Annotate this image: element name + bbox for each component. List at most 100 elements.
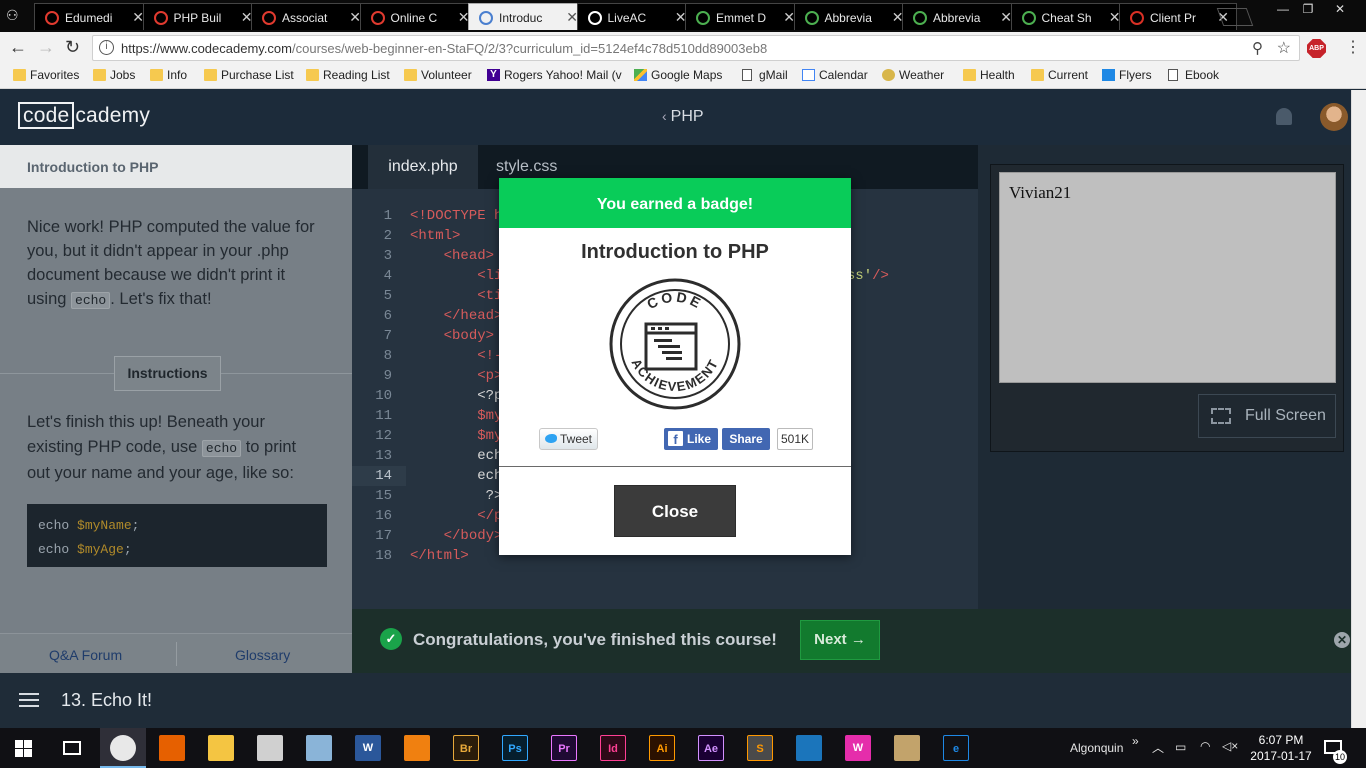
premiere-icon[interactable]: Pr xyxy=(551,735,577,761)
browser-tab[interactable]: LiveAC ✕ xyxy=(576,3,695,30)
line-number: 10 xyxy=(375,388,392,404)
close-window-button[interactable]: ✕ xyxy=(1325,0,1355,20)
inline-code: echo xyxy=(71,292,111,309)
bookmark-item[interactable]: Flyers xyxy=(1102,68,1152,82)
indesign-icon[interactable]: Id xyxy=(600,735,626,761)
bridge-icon[interactable]: Br xyxy=(453,735,479,761)
overflow-icon[interactable]: » xyxy=(1132,734,1139,748)
firefox-icon[interactable] xyxy=(159,735,185,761)
bookmark-label: gMail xyxy=(759,68,788,82)
course-nav-link[interactable]: ‹ PHP xyxy=(662,108,704,126)
current-lesson-name[interactable]: 13. Echo It! xyxy=(61,690,152,711)
tab-favicon-icon xyxy=(153,11,168,25)
illustrator-icon[interactable]: Ai xyxy=(649,735,675,761)
notepad-icon[interactable] xyxy=(306,735,332,761)
instructions-tab[interactable]: Instructions xyxy=(114,356,221,391)
address-bar[interactable]: i https://www.codecademy.com/courses/web… xyxy=(92,35,1300,61)
line-number: 17 xyxy=(375,528,392,544)
adblock-icon[interactable]: ABP xyxy=(1307,39,1326,58)
page-scrollbar[interactable] xyxy=(1351,90,1366,728)
paint-icon[interactable] xyxy=(257,735,283,761)
wamp-icon[interactable]: W xyxy=(845,735,871,761)
bookmark-label: Current xyxy=(1048,68,1089,82)
bookmark-item[interactable]: Calendar xyxy=(802,68,868,82)
zoom-icon[interactable]: ⚲ xyxy=(1252,39,1263,57)
close-icon[interactable]: ✕ xyxy=(1334,632,1350,648)
windows-start-icon[interactable] xyxy=(15,740,32,757)
fullscreen-icon xyxy=(1211,408,1231,424)
bookmark-item[interactable]: Volunteer xyxy=(404,68,472,82)
bookmark-item[interactable]: Favorites xyxy=(13,68,79,82)
browser-tab[interactable]: Cheat Sh ✕ xyxy=(1010,3,1129,30)
menu-icon[interactable] xyxy=(19,693,39,707)
line-number: 3 xyxy=(383,248,392,264)
browser-tab[interactable]: Online C ✕ xyxy=(359,3,478,30)
explorer-icon[interactable] xyxy=(208,735,234,761)
system-clock[interactable]: 6:07 PM 2017-01-17 xyxy=(1245,732,1317,764)
facebook-like-button[interactable]: f Like xyxy=(664,428,718,450)
bookmark-item[interactable]: Y Rogers Yahoo! Mail (v xyxy=(487,68,622,82)
lesson-nav-bar: 13. Echo It! xyxy=(0,673,1351,728)
wifi-icon[interactable]: ◠ xyxy=(1200,739,1210,753)
browser-tab[interactable]: Emmet D ✕ xyxy=(685,3,803,30)
browser-tab[interactable]: PHP Buil ✕ xyxy=(142,3,261,30)
photoshop-icon[interactable]: Ps xyxy=(502,735,528,761)
close-button[interactable]: Close xyxy=(614,485,736,537)
bookmark-item[interactable]: Weather xyxy=(882,68,944,82)
aftereffects-icon[interactable]: Ae xyxy=(698,735,724,761)
bookmark-item[interactable]: Health xyxy=(963,68,1015,82)
bookmark-item[interactable]: Info xyxy=(150,68,187,82)
new-tab-button[interactable] xyxy=(1216,8,1254,26)
bookmark-item[interactable]: Google Maps xyxy=(634,68,722,82)
code-achievement-badge-icon: CODE ACHIEVEMENT xyxy=(609,278,741,410)
browser-tab[interactable]: Abbrevia ✕ xyxy=(793,3,912,30)
tab-favicon-icon xyxy=(696,11,710,25)
avatar[interactable] xyxy=(1320,103,1348,131)
codecademy-logo[interactable]: code cademy xyxy=(18,102,150,129)
browser-tab[interactable]: Edumedi ✕ xyxy=(34,3,152,30)
bookmark-item[interactable]: Ebook xyxy=(1168,68,1219,82)
tab-label: Abbrevia xyxy=(824,11,872,25)
forward-arrow-icon[interactable]: → xyxy=(37,37,55,58)
reload-icon[interactable]: ↻ xyxy=(65,37,80,58)
bookmark-item[interactable]: gMail xyxy=(742,68,788,82)
tray-label[interactable]: Algonquin xyxy=(1070,741,1123,755)
app-misc-icon[interactable] xyxy=(894,735,920,761)
browser-tab[interactable]: Abbrevia ✕ xyxy=(902,3,1020,30)
bookmark-star-icon[interactable]: ☆ xyxy=(1277,38,1291,58)
back-arrow-icon[interactable]: ← xyxy=(9,37,27,58)
bookmark-label: Favorites xyxy=(30,68,80,82)
tweet-button[interactable]: Tweet xyxy=(539,428,598,450)
edge-icon[interactable]: e xyxy=(943,735,969,761)
bookmark-item[interactable]: Current xyxy=(1031,68,1088,82)
profile-icon[interactable]: ⚇ xyxy=(6,7,19,24)
chrome-menu-icon[interactable]: ⋮ xyxy=(1345,37,1361,57)
bookmark-item[interactable]: Reading List xyxy=(306,68,390,82)
qa-forum-link[interactable]: Q&A Forum xyxy=(49,647,122,663)
tab-index-php[interactable]: index.php xyxy=(368,145,478,189)
task-view-icon[interactable] xyxy=(63,741,81,755)
chrome-icon[interactable] xyxy=(110,735,136,761)
vlc-icon[interactable] xyxy=(404,735,430,761)
sublime-icon[interactable]: S xyxy=(747,735,773,761)
restore-button[interactable]: ❐ xyxy=(1293,0,1323,20)
glossary-link[interactable]: Glossary xyxy=(235,647,290,663)
battery-icon[interactable]: ▭ xyxy=(1175,740,1186,754)
bookmark-item[interactable]: Purchase List xyxy=(204,68,294,82)
browser-tab[interactable]: Introduc ✕ xyxy=(468,3,586,30)
app-blue-icon[interactable] xyxy=(796,735,822,761)
bookmark-item[interactable]: Jobs xyxy=(93,68,135,82)
notification-bell-icon[interactable] xyxy=(1276,108,1292,125)
chevron-up-icon[interactable]: ︿ xyxy=(1152,739,1164,756)
next-button[interactable]: Next → xyxy=(800,620,880,660)
facebook-share-button[interactable]: Share xyxy=(722,428,770,450)
tab-label: Abbrevia xyxy=(933,11,981,25)
browser-tab[interactable]: Associat ✕ xyxy=(251,3,369,30)
full-screen-button[interactable]: Full Screen xyxy=(1198,394,1336,438)
volume-icon[interactable]: ◁× xyxy=(1222,739,1238,753)
info-icon[interactable]: i xyxy=(99,40,114,55)
word-icon[interactable]: W xyxy=(355,735,381,761)
